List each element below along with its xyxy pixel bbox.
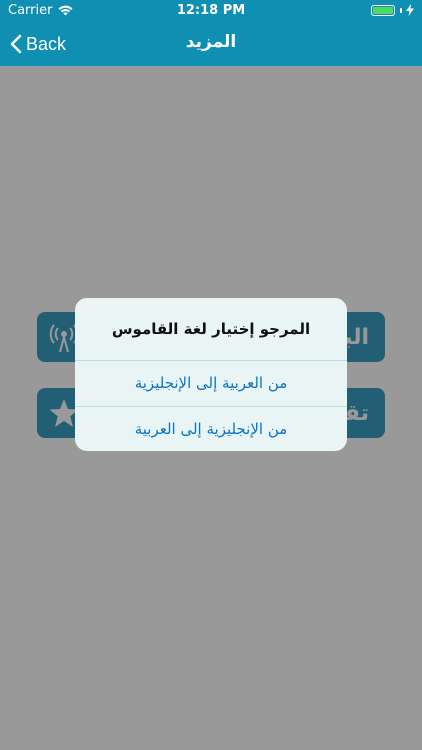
- battery-icon: [371, 4, 395, 16]
- status-bar: Carrier 12:18 PM: [0, 0, 422, 22]
- alert-title: المرجو إختيار لغة القاموس: [75, 298, 347, 361]
- status-right: [371, 4, 414, 16]
- navigation-bar: Back المزيد: [0, 22, 422, 66]
- alert-action-arabic-to-english[interactable]: من العربية إلى الإنجليزية: [75, 361, 347, 407]
- page-title: المزيد: [185, 32, 237, 52]
- alert-action-english-to-arabic[interactable]: من الإنجليزية إلى العربية: [75, 407, 347, 451]
- language-alert: المرجو إختيار لغة القاموس من العربية إلى…: [75, 298, 347, 451]
- battery-cap: [400, 7, 402, 13]
- charging-bolt-icon: [406, 4, 414, 16]
- status-time: 12:18 PM: [176, 3, 246, 18]
